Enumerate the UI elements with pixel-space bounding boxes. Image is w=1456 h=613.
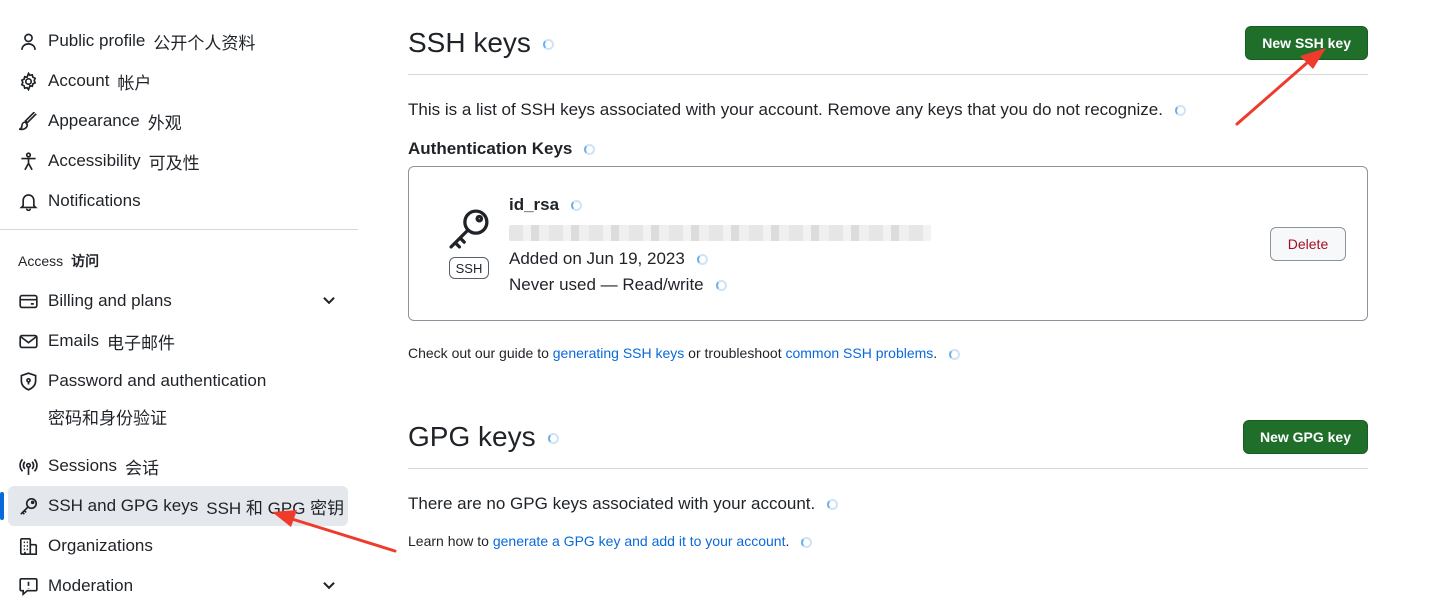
sidebar-item-label: Moderation (48, 576, 134, 595)
authentication-keys-heading: Authentication Keys (408, 139, 596, 159)
delete-ssh-key-button[interactable]: Delete (1270, 227, 1346, 261)
ssh-guide-text: Check out our guide to generating SSH ke… (408, 345, 961, 361)
loading-spinner-icon (696, 254, 708, 266)
sidebar-divider (0, 229, 358, 230)
report-icon (18, 576, 38, 596)
new-ssh-key-button[interactable]: New SSH key (1245, 26, 1368, 60)
key-icon (18, 496, 38, 516)
sidebar-item-label: SSH and GPG keys (48, 496, 199, 515)
sidebar-item-public-profile[interactable]: Public profile 公开个人资料 (8, 21, 348, 61)
gpg-empty-text: There are no GPG keys associated with yo… (408, 494, 816, 513)
ssh-description: This is a list of SSH keys associated wi… (408, 100, 1186, 120)
ssh-key-name: id_rsa (509, 195, 583, 215)
sidebar-item-label-zh: SSH 和 GPG 密钥 (206, 498, 345, 518)
sidebar-item-notifications[interactable]: Notifications (8, 181, 348, 221)
chevron-down-icon[interactable] (320, 576, 338, 594)
loading-spinner-icon (827, 499, 839, 511)
gear-icon (18, 71, 38, 91)
sidebar-item-label: Organizations (48, 536, 153, 555)
sidebar-item-organizations[interactable]: Organizations (8, 526, 348, 566)
loading-spinner-icon (715, 280, 727, 292)
ssh-key-fingerprint-blurred (509, 225, 931, 241)
credit-card-icon (18, 291, 38, 311)
ssh-badge: SSH (449, 257, 489, 279)
person-icon (18, 31, 38, 51)
heading-label: Access (18, 253, 64, 269)
guide-middle: or troubleshoot (684, 345, 786, 361)
section-divider (408, 468, 1368, 469)
authentication-keys-heading-text: Authentication Keys (408, 139, 573, 158)
generating-ssh-keys-link[interactable]: generating SSH keys (553, 345, 685, 361)
sidebar-item-billing[interactable]: Billing and plans (8, 281, 348, 321)
organization-icon (18, 536, 38, 556)
loading-spinner-icon (584, 144, 596, 156)
settings-sidebar: Public profile 公开个人资料 Account 帐户 Appeara… (0, 0, 358, 613)
gpg-empty-state: There are no GPG keys associated with yo… (408, 494, 839, 514)
ssh-key-added-text: Added on Jun 19, 2023 (509, 249, 685, 268)
sidebar-item-moderation[interactable]: Moderation (8, 566, 348, 606)
ssh-keys-title: SSH keys (408, 27, 554, 59)
sidebar-item-emails[interactable]: Emails 电子邮件 (8, 321, 348, 361)
paintbrush-icon (18, 111, 38, 131)
bell-icon (18, 191, 38, 211)
sidebar-item-label: Appearance (48, 111, 140, 130)
sidebar-item-label-zh: 帐户 (117, 73, 152, 93)
sidebar-item-label: Sessions (48, 456, 117, 475)
shield-lock-icon (18, 371, 38, 391)
sidebar-item-label: Notifications (48, 191, 141, 210)
gpg-keys-title: GPG keys (408, 421, 559, 453)
new-gpg-key-button[interactable]: New GPG key (1242, 420, 1368, 454)
sidebar-item-label: Accessibility (48, 151, 141, 170)
loading-spinner-icon (547, 433, 559, 445)
mail-icon (18, 331, 38, 351)
sidebar-item-label-zh: 公开个人资料 (153, 33, 256, 53)
loading-spinner-icon (1174, 105, 1186, 117)
sidebar-item-password[interactable]: Password and authentication (8, 361, 348, 401)
sidebar-item-ssh-gpg-keys[interactable]: SSH and GPG keys SSH 和 GPG 密钥 (0, 486, 348, 526)
sidebar-item-label: Password and authentication (48, 371, 267, 390)
common-ssh-problems-link[interactable]: common SSH problems (785, 345, 933, 361)
loading-spinner-icon (949, 348, 961, 360)
learn-prefix: Learn how to (408, 533, 493, 549)
sidebar-heading-access: Access 访问 (18, 251, 99, 271)
ssh-key-usage-text: Never used — Read/write (509, 275, 704, 294)
sidebar-item-sessions[interactable]: Sessions 会话 (8, 446, 348, 486)
sidebar-item-label: Emails (48, 331, 100, 350)
guide-prefix: Check out our guide to (408, 345, 553, 361)
sidebar-item-label-zh: 可及性 (148, 153, 200, 173)
ssh-key-row: SSH id_rsa Added on Jun 19, 2023 Never u… (408, 166, 1368, 321)
learn-suffix: . (785, 533, 790, 549)
sidebar-item-label-zh: 会话 (124, 458, 159, 478)
loading-spinner-icon (571, 200, 583, 212)
generate-gpg-key-link[interactable]: generate a GPG key and add it to your ac… (493, 533, 786, 549)
gpg-keys-title-text: GPG keys (408, 421, 536, 452)
sidebar-item-label-zh: 电子邮件 (107, 333, 176, 353)
chevron-down-icon[interactable] (320, 291, 338, 309)
section-divider (408, 74, 1368, 75)
sidebar-item-label-zh: 密码和身份验证 (48, 409, 167, 428)
key-icon (449, 209, 489, 249)
accessibility-icon (18, 151, 38, 171)
loading-spinner-icon (801, 536, 813, 548)
sidebar-item-label: Billing and plans (48, 291, 172, 310)
gpg-learn-text: Learn how to generate a GPG key and add … (408, 533, 813, 549)
loading-spinner-icon (542, 39, 554, 51)
sidebar-item-appearance[interactable]: Appearance 外观 (8, 101, 348, 141)
sidebar-item-label-zh: 外观 (147, 113, 182, 133)
guide-suffix: . (933, 345, 938, 361)
main-content: SSH keys New SSH key This is a list of S… (408, 0, 1368, 613)
sidebar-item-accessibility[interactable]: Accessibility 可及性 (8, 141, 348, 181)
sidebar-item-label: Public profile (48, 31, 146, 50)
ssh-key-usage: Never used — Read/write (509, 275, 727, 295)
ssh-keys-title-text: SSH keys (408, 27, 531, 58)
broadcast-icon (18, 456, 38, 476)
heading-label-zh: 访问 (71, 253, 100, 269)
ssh-key-name-text: id_rsa (509, 195, 560, 214)
ssh-key-added-date: Added on Jun 19, 2023 (509, 249, 708, 269)
sidebar-item-label: Account (48, 71, 110, 90)
sidebar-item-account[interactable]: Account 帐户 (8, 61, 348, 101)
ssh-description-text: This is a list of SSH keys associated wi… (408, 100, 1163, 119)
